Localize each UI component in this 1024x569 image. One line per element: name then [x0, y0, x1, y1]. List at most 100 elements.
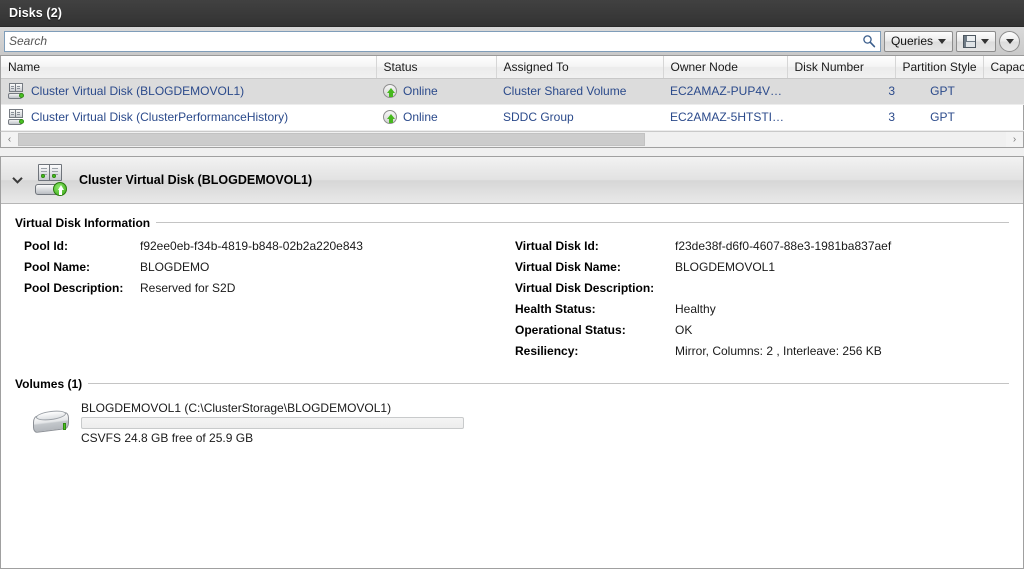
virtual-disk-information-label: Virtual Disk Information — [15, 216, 150, 230]
resiliency-value: Mirror, Columns: 2 , Interleave: 256 KB — [675, 344, 882, 358]
scrollbar-thumb[interactable] — [18, 133, 645, 146]
volume-list-item[interactable]: BLOGDEMOVOL1 (C:\ClusterStorage\BLOGDEMO… — [15, 401, 1009, 445]
field-operational-status: Operational Status: OK — [515, 323, 1009, 344]
disks-table-container: Name Status Assigned To Owner Node Disk … — [0, 56, 1024, 131]
pool-id-value: f92ee0eb-f34b-4819-b848-02b2a220e843 — [140, 239, 363, 253]
queries-dropdown-button[interactable]: Queries — [884, 31, 953, 52]
virtual-disk-description-label: Virtual Disk Description: — [515, 281, 675, 295]
scroll-left-arrow-icon[interactable]: ‹ — [1, 132, 18, 147]
cluster-disk-icon — [8, 109, 25, 125]
column-header-owner-node[interactable]: Owner Node — [663, 56, 787, 78]
disk-name-label: Cluster Virtual Disk (BLOGDEMOVOL1) — [31, 84, 244, 98]
hard-disk-icon — [33, 409, 71, 436]
cell-partition-style: GPT — [895, 104, 983, 130]
field-virtual-disk-description: Virtual Disk Description: — [515, 281, 1009, 302]
disks-table: Name Status Assigned To Owner Node Disk … — [1, 56, 1024, 131]
group-caption: Volumes (1) — [15, 377, 1009, 391]
volume-capacity-label: CSVFS 24.8 GB free of 25.9 GB — [81, 431, 464, 445]
pool-info-column: Pool Id: f92ee0eb-f34b-4819-b848-02b2a22… — [15, 239, 515, 365]
field-health-status: Health Status: Healthy — [515, 302, 1009, 323]
cell-owner-node: EC2AMAZ-PUP4V… — [663, 78, 787, 104]
column-header-status[interactable]: Status — [376, 56, 496, 78]
column-header-capacity[interactable]: Capac — [983, 56, 1024, 78]
volume-usage-meter — [81, 417, 464, 429]
field-pool-id: Pool Id: f92ee0eb-f34b-4819-b848-02b2a22… — [15, 239, 515, 260]
scrollbar-track[interactable] — [18, 132, 1006, 147]
column-header-name[interactable]: Name — [1, 56, 376, 78]
detail-body: Virtual Disk Information Pool Id: f92ee0… — [1, 204, 1023, 569]
panel-divider — [0, 148, 1024, 156]
virtual-disk-name-value: BLOGDEMOVOL1 — [675, 260, 775, 274]
resiliency-label: Resiliency: — [515, 344, 675, 358]
cell-assigned-to: SDDC Group — [496, 104, 663, 130]
cell-status: Online — [376, 104, 496, 130]
expand-toolbar-button[interactable] — [999, 31, 1020, 52]
virtual-disk-information-group: Virtual Disk Information Pool Id: f92ee0… — [15, 216, 1009, 365]
cell-capacity — [983, 78, 1024, 104]
column-header-disk-number[interactable]: Disk Number — [787, 56, 895, 78]
save-query-dropdown-button[interactable] — [956, 31, 996, 52]
scroll-right-arrow-icon[interactable]: › — [1006, 132, 1023, 147]
chevron-down-icon[interactable] — [9, 172, 25, 188]
detail-header[interactable]: Cluster Virtual Disk (BLOGDEMOVOL1) — [1, 157, 1023, 204]
cell-assigned-to: Cluster Shared Volume — [496, 78, 663, 104]
field-virtual-disk-name: Virtual Disk Name: BLOGDEMOVOL1 — [515, 260, 1009, 281]
status-label: Online — [403, 110, 438, 124]
online-arrow-icon — [383, 110, 397, 124]
save-disk-icon — [963, 35, 976, 48]
group-caption: Virtual Disk Information — [15, 216, 1009, 230]
volumes-group: Volumes (1) BLOGDEMOVOL1 (C:\ClusterStor… — [15, 377, 1009, 445]
operational-status-value: OK — [675, 323, 692, 337]
field-resiliency: Resiliency: Mirror, Columns: 2 , Interle… — [515, 344, 1009, 365]
field-pool-description: Pool Description: Reserved for S2D — [15, 281, 515, 302]
cell-name: Cluster Virtual Disk (ClusterPerformance… — [1, 104, 376, 130]
column-header-assigned-to[interactable]: Assigned To — [496, 56, 663, 78]
search-input[interactable] — [5, 32, 858, 51]
table-header-row: Name Status Assigned To Owner Node Disk … — [1, 56, 1024, 78]
panel-titlebar: Disks (2) — [0, 0, 1024, 27]
group-rule — [156, 222, 1009, 223]
online-arrow-icon — [383, 84, 397, 98]
search-field-wrapper[interactable] — [4, 31, 881, 52]
virtual-disk-id-value: f23de38f-d6f0-4607-88e3-1981ba837aef — [675, 239, 891, 253]
disk-detail-pane: Cluster Virtual Disk (BLOGDEMOVOL1) Virt… — [0, 156, 1024, 569]
cell-owner-node: EC2AMAZ-5HTSTI… — [663, 104, 787, 130]
cell-capacity — [983, 104, 1024, 130]
search-toolbar: Queries — [0, 27, 1024, 56]
pool-id-label: Pool Id: — [15, 239, 140, 253]
cell-disk-number: 3 — [787, 78, 895, 104]
cell-status: Online — [376, 78, 496, 104]
table-row[interactable]: Cluster Virtual Disk (BLOGDEMOVOL1) Onli… — [1, 78, 1024, 104]
disk-name-label: Cluster Virtual Disk (ClusterPerformance… — [31, 110, 288, 124]
status-label: Online — [403, 84, 438, 98]
detail-title: Cluster Virtual Disk (BLOGDEMOVOL1) — [79, 173, 312, 187]
column-header-partition-style[interactable]: Partition Style — [895, 56, 983, 78]
pool-name-label: Pool Name: — [15, 260, 140, 274]
panel-title: Disks (2) — [9, 6, 62, 20]
virtual-disk-info-column: Virtual Disk Id: f23de38f-d6f0-4607-88e3… — [515, 239, 1009, 365]
pool-description-label: Pool Description: — [15, 281, 140, 295]
pool-description-value: Reserved for S2D — [140, 281, 235, 295]
cell-partition-style: GPT — [895, 78, 983, 104]
field-virtual-disk-id: Virtual Disk Id: f23de38f-d6f0-4607-88e3… — [515, 239, 1009, 260]
cell-disk-number: 3 — [787, 104, 895, 130]
virtual-disk-name-label: Virtual Disk Name: — [515, 260, 675, 274]
pool-name-value: BLOGDEMO — [140, 260, 209, 274]
cluster-virtual-disk-icon — [35, 164, 69, 196]
volumes-label: Volumes (1) — [15, 377, 82, 391]
operational-status-label: Operational Status: — [515, 323, 675, 337]
chevron-down-icon — [1006, 39, 1014, 44]
field-pool-name: Pool Name: BLOGDEMO — [15, 260, 515, 281]
virtual-disk-id-label: Virtual Disk Id: — [515, 239, 675, 253]
search-icon[interactable] — [858, 32, 880, 51]
disks-panel: Disks (2) Queries — [0, 0, 1024, 569]
health-status-value: Healthy — [675, 302, 716, 316]
health-status-label: Health Status: — [515, 302, 675, 316]
chevron-down-icon — [981, 39, 989, 44]
cell-name: Cluster Virtual Disk (BLOGDEMOVOL1) — [1, 78, 376, 104]
queries-label: Queries — [891, 34, 933, 48]
volume-name-label: BLOGDEMOVOL1 (C:\ClusterStorage\BLOGDEMO… — [81, 401, 464, 415]
table-row[interactable]: Cluster Virtual Disk (ClusterPerformance… — [1, 104, 1024, 130]
table-horizontal-scrollbar[interactable]: ‹ › — [0, 131, 1024, 148]
group-rule — [88, 383, 1009, 384]
